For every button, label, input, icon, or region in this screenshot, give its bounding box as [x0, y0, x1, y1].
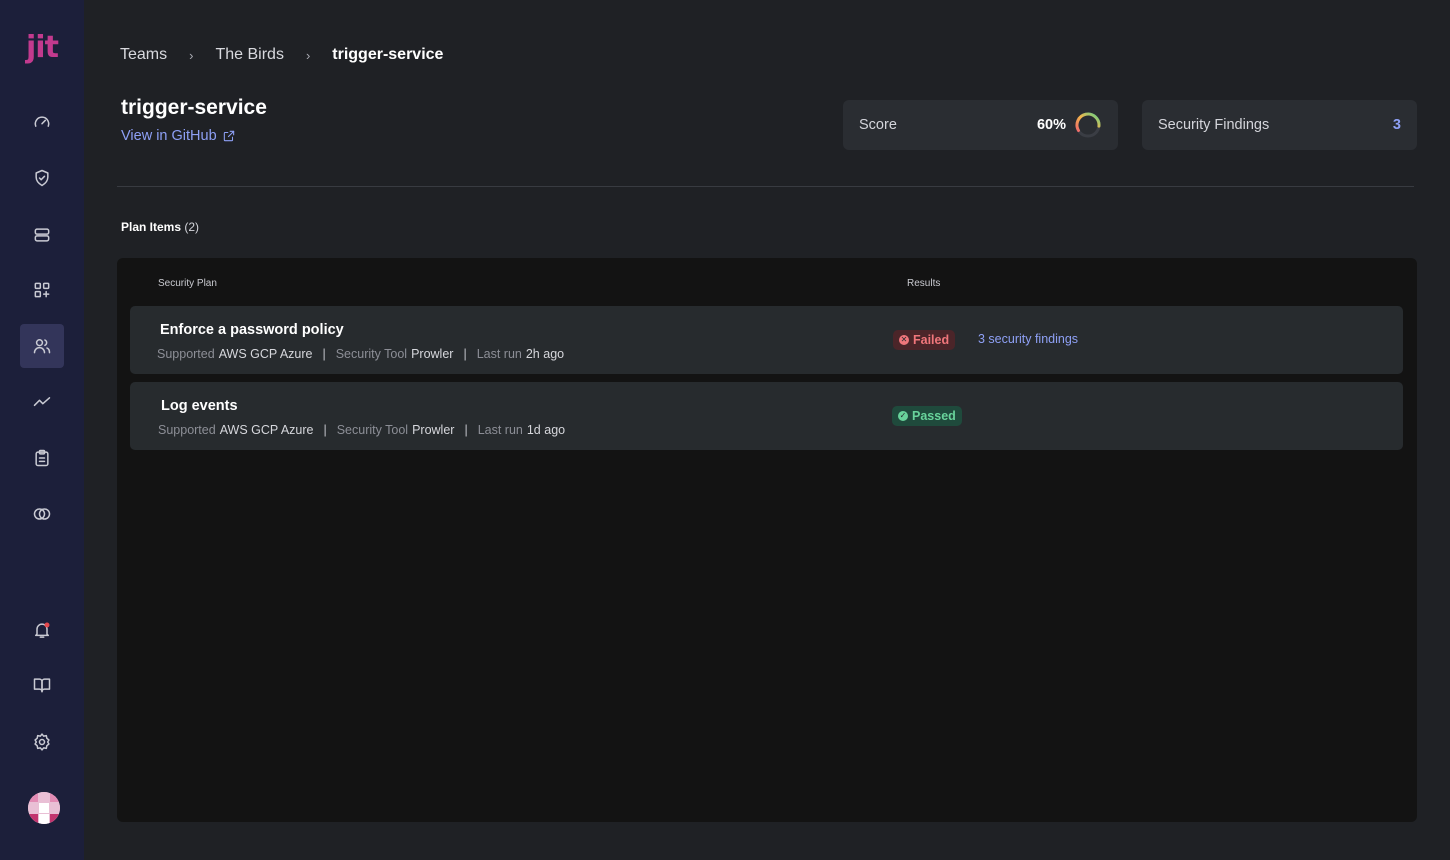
breadcrumb-team[interactable]: The Birds — [215, 46, 283, 64]
breadcrumb-separator-icon: › — [189, 47, 194, 63]
docs-button[interactable] — [20, 663, 64, 707]
sidebar-item-compliance[interactable] — [20, 492, 64, 536]
security-findings-count: 3 — [1392, 117, 1401, 133]
breadcrumb-current: trigger-service — [332, 46, 444, 63]
book-icon — [33, 678, 51, 693]
security-tool-value: Prowler — [411, 347, 454, 361]
bell-icon — [35, 622, 50, 638]
overlap-circles-icon — [33, 508, 51, 520]
score-card: Score 60% — [843, 100, 1118, 150]
last-run-value: 1d ago — [526, 423, 566, 437]
supported-value: AWS GCP Azure — [218, 347, 313, 361]
jit-logo[interactable]: jit — [26, 30, 59, 65]
meta-separator: | — [463, 347, 467, 361]
sidebar-item-resources[interactable] — [20, 213, 64, 257]
last-run-label: Last run — [476, 347, 522, 361]
sidebar-item-reports[interactable] — [20, 436, 64, 480]
score-label: Score — [859, 117, 897, 133]
supported-value: AWS GCP Azure — [219, 423, 314, 437]
security-tool-label: Security Tool — [336, 423, 409, 437]
clipboard-icon — [35, 449, 49, 467]
breadcrumb-teams[interactable]: Teams — [120, 46, 167, 64]
sidebar-item-security-plan[interactable] — [20, 156, 64, 200]
table-row[interactable]: Enforce a password policy Supported AWS … — [130, 306, 1403, 374]
status-badge-passed: ✓ Passed — [892, 406, 962, 426]
plan-item-meta: Supported AWS GCP Azure | Security Tool … — [157, 347, 564, 361]
view-in-github-label: View in GitHub — [121, 128, 217, 144]
avatar[interactable] — [28, 792, 60, 824]
divider — [117, 186, 1414, 187]
trend-line-icon — [33, 397, 51, 407]
apps-plus-icon — [34, 282, 50, 298]
gear-icon — [34, 733, 50, 751]
breadcrumb-separator-icon: › — [305, 47, 311, 63]
notifications-button[interactable] — [20, 608, 64, 652]
column-header-results: Results — [907, 278, 941, 289]
column-header-security-plan: Security Plan — [158, 278, 217, 289]
settings-button[interactable] — [20, 720, 64, 764]
table-row[interactable]: Log events Supported AWS GCP Azure | Sec… — [130, 382, 1403, 450]
meta-separator: | — [322, 347, 326, 361]
sidebar-item-integrations[interactable] — [20, 268, 64, 312]
supported-label: Supported — [157, 347, 215, 361]
plan-items-table: Security Plan Results Enforce a password… — [117, 258, 1417, 822]
sidebar-item-insights[interactable] — [20, 380, 64, 424]
stack-icon — [34, 228, 50, 242]
last-run-label: Last run — [477, 423, 523, 437]
supported-label: Supported — [158, 423, 216, 437]
security-findings-label: Security Findings — [1158, 117, 1270, 133]
view-in-github-link[interactable]: View in GitHub — [121, 128, 236, 144]
status-badge-failed: ✕ Failed — [893, 330, 956, 350]
plan-items-count: (2) — [184, 220, 200, 234]
check-circle-icon: ✓ — [898, 411, 908, 421]
avatar-pattern — [28, 792, 60, 824]
sidebar-item-dashboard[interactable] — [20, 100, 64, 144]
last-run-value: 2h ago — [525, 347, 565, 361]
plan-item-title: Enforce a password policy — [160, 322, 344, 338]
breadcrumb: Teams › The Birds › trigger-service — [120, 44, 443, 66]
security-findings-link[interactable]: 3 security findings — [978, 332, 1078, 346]
meta-separator: | — [323, 423, 327, 437]
status-label: Passed — [912, 409, 956, 423]
score-value: 60% — [1036, 117, 1066, 133]
security-findings-card[interactable]: Security Findings 3 — [1142, 100, 1417, 150]
gauge-icon — [34, 116, 50, 127]
external-link-icon — [223, 130, 234, 142]
plan-items-label: Plan Items — [121, 220, 182, 234]
page-title: trigger-service — [121, 96, 267, 119]
users-icon — [33, 339, 51, 354]
plan-items-heading: Plan Items (2) — [121, 220, 199, 234]
shield-check-icon — [35, 169, 49, 187]
meta-separator: | — [464, 423, 468, 437]
sidebar: jit — [0, 0, 84, 860]
plan-item-meta: Supported AWS GCP Azure | Security Tool … — [158, 423, 565, 437]
security-tool-label: Security Tool — [335, 347, 408, 361]
score-gauge-icon — [1075, 112, 1101, 138]
x-circle-icon: ✕ — [899, 335, 909, 345]
security-tool-value: Prowler — [412, 423, 455, 437]
score-right: 60% — [1037, 111, 1102, 139]
plan-item-title: Log events — [161, 398, 238, 414]
sidebar-item-teams[interactable] — [20, 324, 64, 368]
status-label: Failed — [913, 333, 950, 347]
